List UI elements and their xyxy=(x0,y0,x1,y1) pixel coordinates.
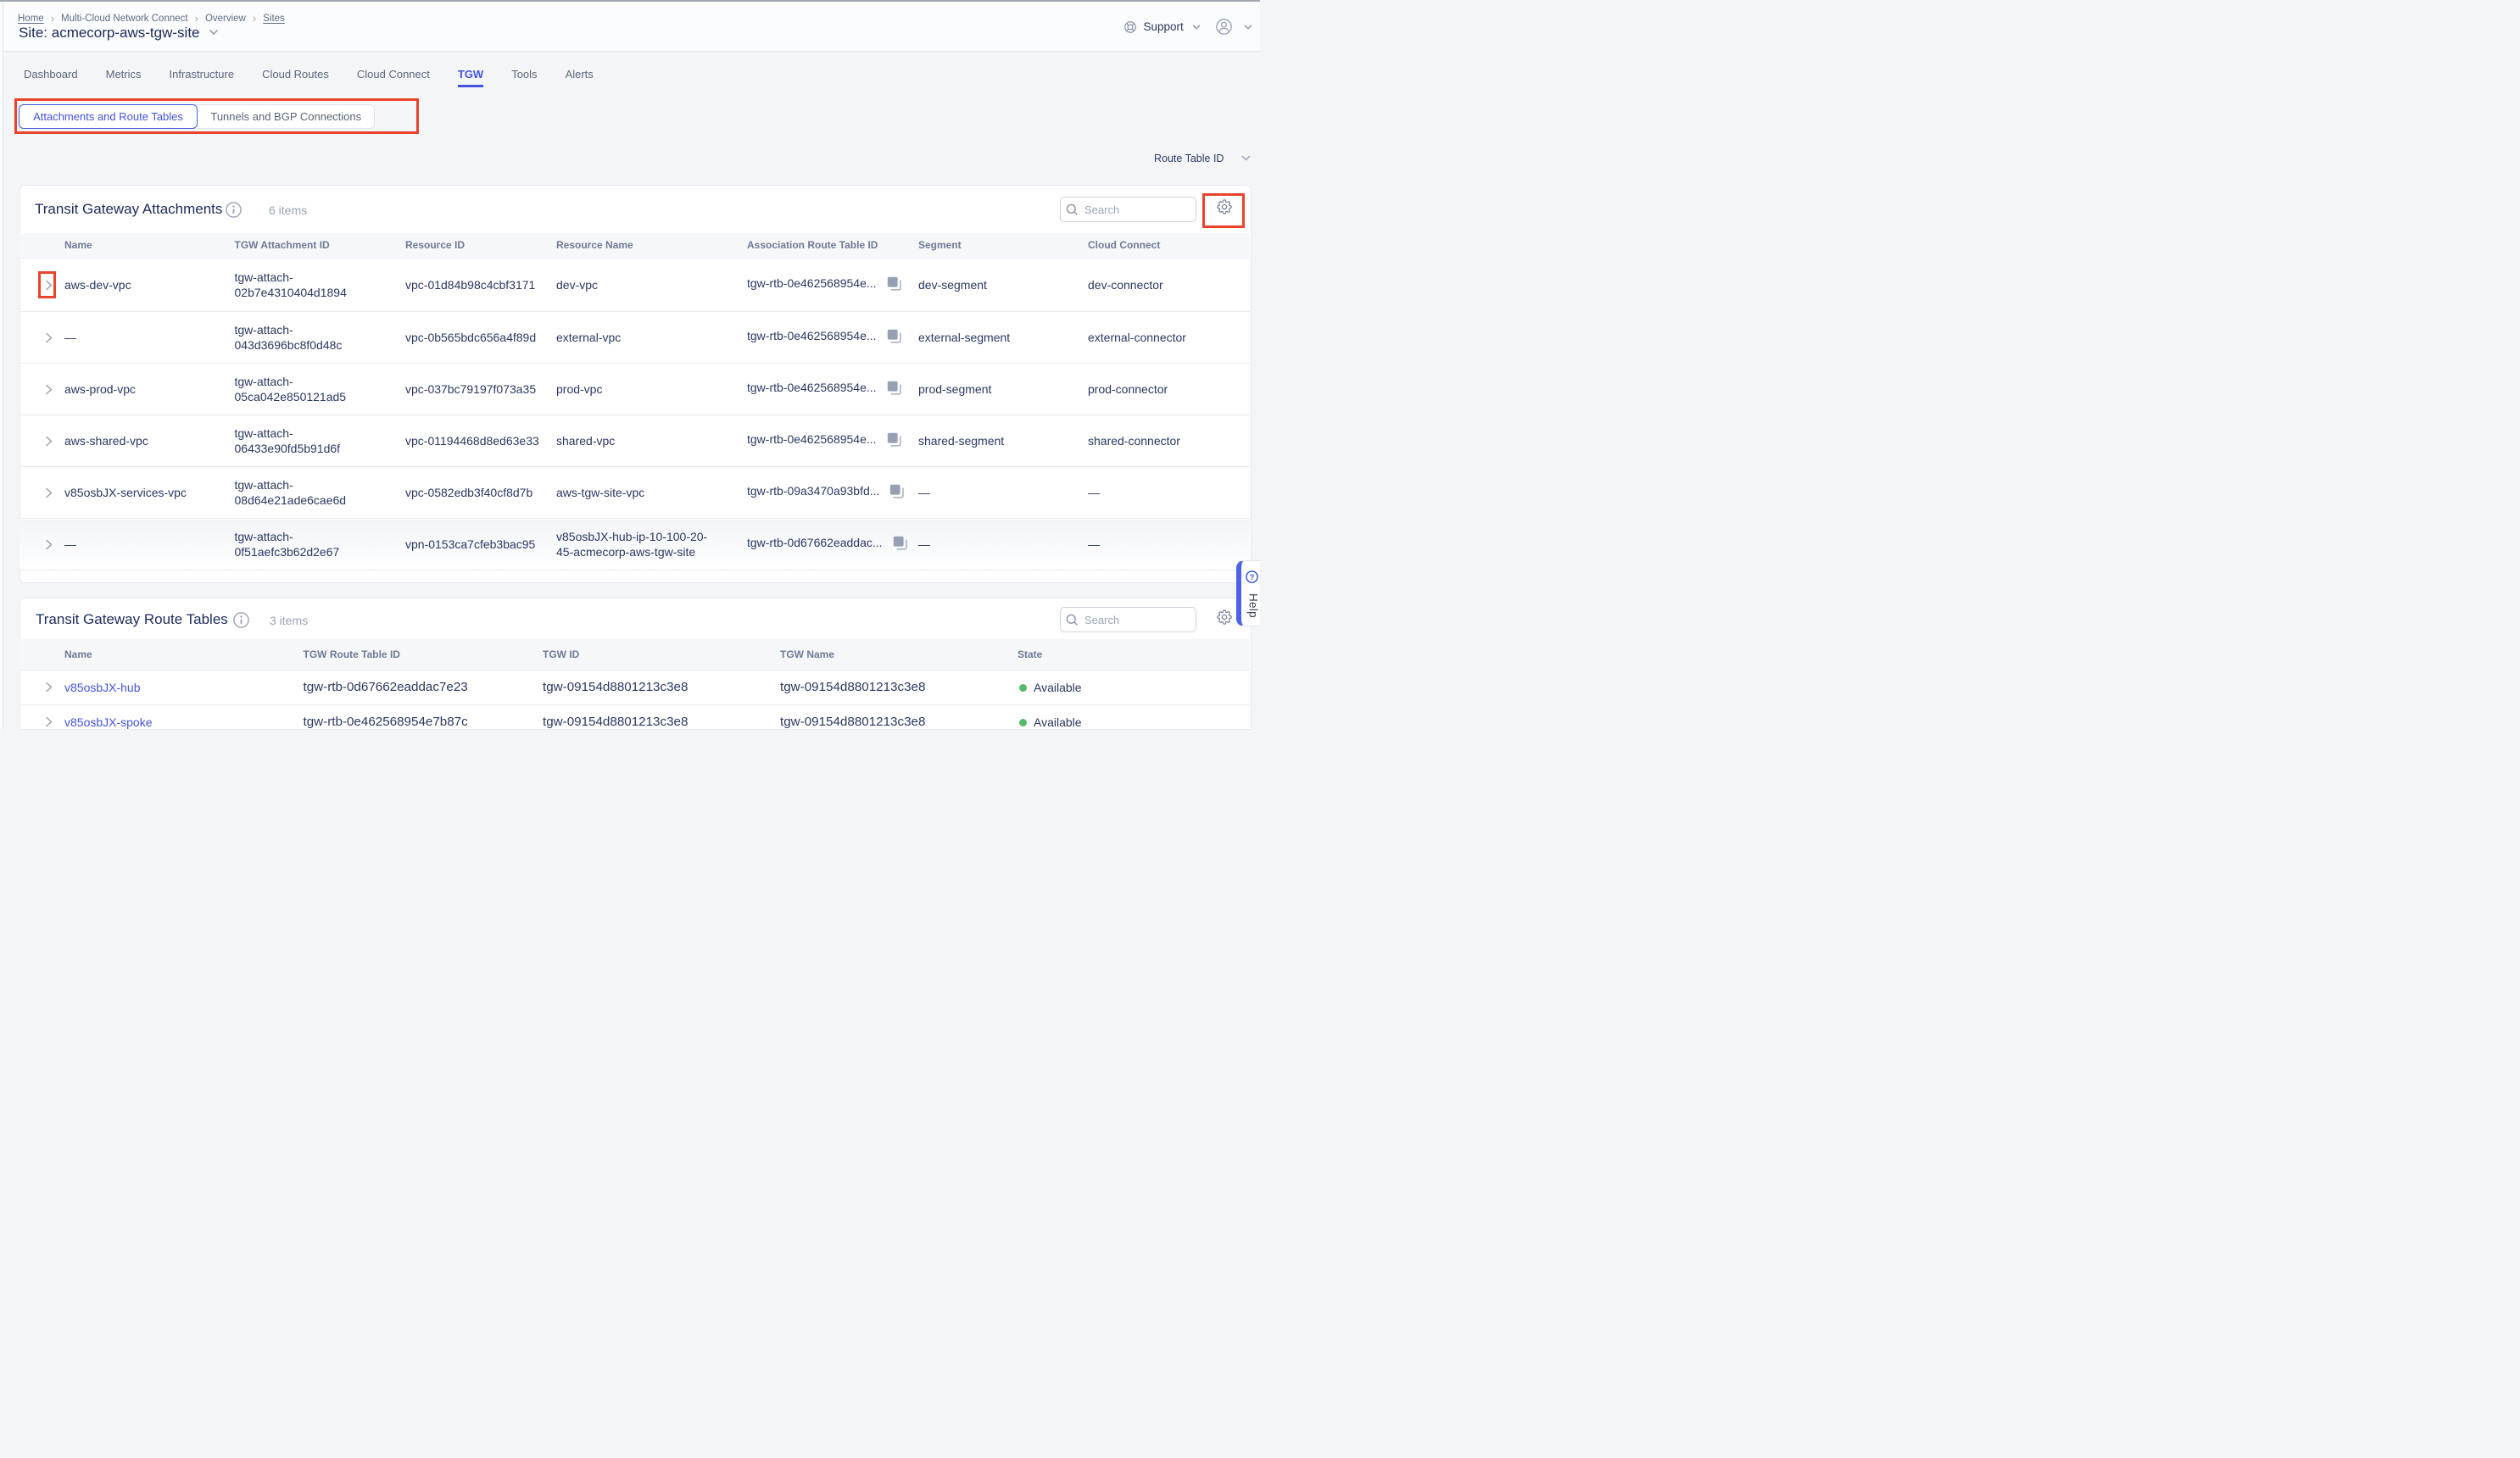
svg-text:?: ? xyxy=(1249,573,1254,582)
